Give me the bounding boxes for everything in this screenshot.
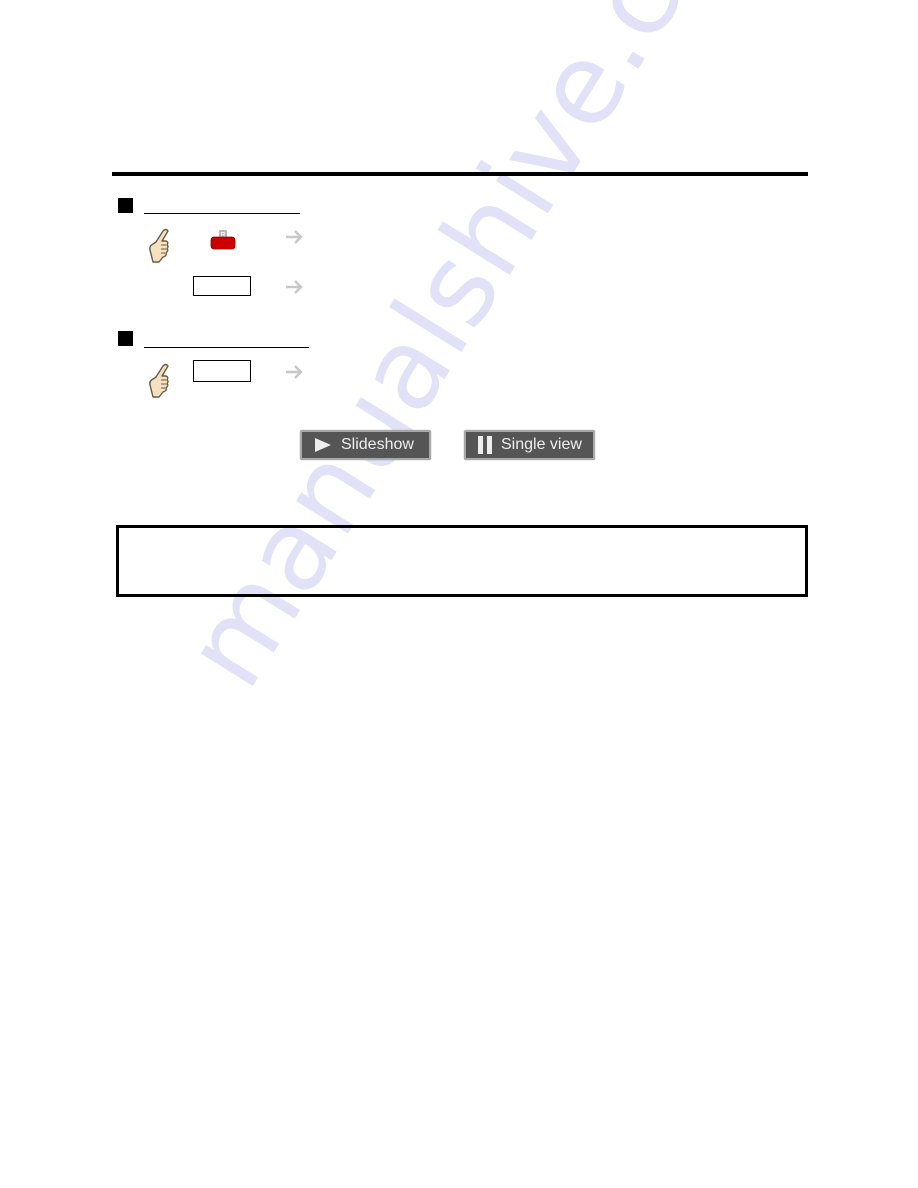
section-heading-underline <box>144 347 309 348</box>
single-view-button-label: Single view <box>501 436 582 453</box>
watermark: manualshive.com <box>160 0 803 709</box>
slideshow-button-label: Slideshow <box>341 436 414 453</box>
arrow-right-icon <box>286 230 303 244</box>
hand-pointer-icon <box>149 228 169 263</box>
single-view-button[interactable]: Single view <box>464 430 595 460</box>
section-bullet <box>118 198 133 213</box>
red-remote-button-icon: R <box>210 230 236 250</box>
slideshow-button[interactable]: Slideshow <box>300 430 431 460</box>
top-rule <box>112 172 808 176</box>
note-text <box>119 528 805 544</box>
hand-pointer-icon <box>149 363 169 398</box>
pause-icon <box>478 436 492 454</box>
arrow-right-icon <box>286 365 303 379</box>
remote-key <box>193 276 251 296</box>
section-bullet <box>118 331 133 346</box>
note-box <box>116 525 808 597</box>
section-heading-underline <box>144 213 300 214</box>
arrow-right-icon <box>286 280 303 294</box>
play-icon <box>314 437 332 453</box>
remote-key <box>193 360 251 382</box>
